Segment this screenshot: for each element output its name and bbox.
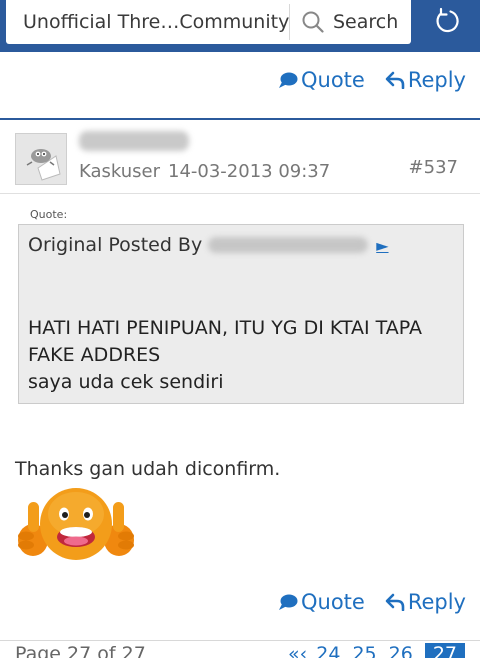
thread-tab-bar: Unofficial Thre…Community Search bbox=[6, 0, 411, 44]
page-indicator: Page 27 of 27 bbox=[15, 643, 146, 658]
quote-block: Original Posted By ► HATI HATI PENIPUAN,… bbox=[18, 224, 464, 404]
quote-line: saya uda cek sendiri bbox=[28, 371, 224, 393]
original-posted-by-label: Original Posted By bbox=[28, 234, 203, 256]
header-divider bbox=[0, 193, 480, 194]
reply-button[interactable]: Reply bbox=[385, 68, 466, 92]
reply-button[interactable]: Reply bbox=[385, 590, 466, 614]
reply-label: Reply bbox=[407, 68, 466, 92]
quote-label: Quote bbox=[300, 590, 365, 614]
thumbs-up-smiley-icon bbox=[15, 484, 137, 566]
page-link[interactable]: 24 bbox=[316, 643, 340, 658]
post-body-text: Thanks gan udah diconfirm. bbox=[15, 458, 281, 480]
quote-line: HATI HATI PENIPUAN, ITU YG DI KTAI TAPA bbox=[28, 317, 422, 339]
search-label: Search bbox=[333, 11, 399, 33]
quote-label: Quote bbox=[300, 68, 365, 92]
view-post-icon[interactable]: ► bbox=[376, 236, 388, 255]
quote-button[interactable]: Quote bbox=[278, 68, 365, 92]
reply-arrow-icon bbox=[385, 71, 405, 89]
first-page-link[interactable]: « ‹ bbox=[288, 643, 307, 658]
speech-bubble-icon bbox=[278, 72, 298, 88]
quote-button[interactable]: Quote bbox=[278, 590, 365, 614]
username-redacted[interactable] bbox=[79, 131, 189, 151]
quote-attribution: Original Posted By ► bbox=[28, 234, 389, 256]
post-actions-bottom: Quote Reply bbox=[278, 590, 466, 614]
top-bar: Unofficial Thre…Community Search bbox=[0, 0, 480, 52]
reply-label: Reply bbox=[407, 590, 466, 614]
page-link[interactable]: 25 bbox=[352, 643, 376, 658]
search-icon bbox=[302, 11, 324, 33]
thread-title-tab[interactable]: Unofficial Thre…Community bbox=[6, 11, 289, 33]
pagination: « ‹ 24 25 26 27 bbox=[276, 643, 465, 658]
post-actions-top: Quote Reply bbox=[278, 68, 466, 92]
refresh-icon bbox=[436, 7, 459, 33]
pagination-divider bbox=[0, 640, 480, 641]
search-button[interactable]: Search bbox=[290, 11, 398, 33]
speech-bubble-icon bbox=[278, 594, 298, 610]
reply-arrow-icon bbox=[385, 593, 405, 611]
post-divider bbox=[0, 118, 480, 120]
page-link[interactable]: 26 bbox=[389, 643, 413, 658]
post-date: 14-03-2013 09:37 bbox=[168, 161, 331, 182]
quote-heading: Quote: bbox=[30, 208, 68, 221]
quote-text: HATI HATI PENIPUAN, ITU YG DI KTAI TAPA … bbox=[28, 315, 422, 396]
refresh-button[interactable] bbox=[428, 2, 466, 40]
user-title: Kaskuser bbox=[79, 161, 161, 182]
quote-line: FAKE ADDRES bbox=[28, 344, 161, 366]
default-avatar-icon bbox=[16, 134, 66, 184]
quoted-username-redacted bbox=[208, 237, 369, 253]
post-number-link[interactable]: #537 bbox=[409, 157, 458, 178]
user-avatar[interactable] bbox=[15, 133, 67, 185]
current-page[interactable]: 27 bbox=[424, 643, 465, 658]
